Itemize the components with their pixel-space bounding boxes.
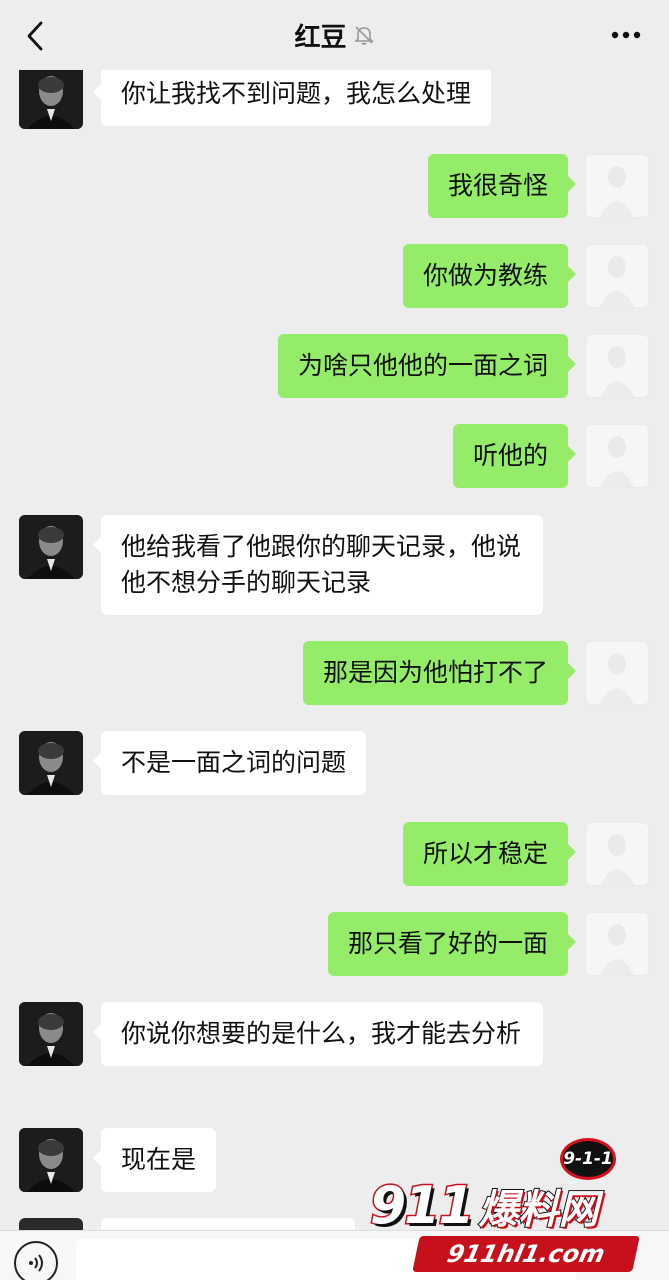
contact-avatar[interactable] — [19, 1002, 83, 1066]
watermark-number: 911 — [369, 1175, 477, 1238]
message-bubble-sent[interactable]: 所以才稳定 — [402, 822, 577, 886]
my-avatar[interactable] — [585, 641, 649, 705]
message-bubble-sent[interactable]: 我很奇怪 — [427, 154, 577, 218]
watermark-word: 爆料网 — [478, 1186, 600, 1234]
my-avatar[interactable] — [585, 822, 649, 886]
message-bubble-received[interactable]: 你让我找不到问题，我怎么处理 — [92, 62, 492, 126]
voice-icon — [29, 1254, 43, 1272]
contact-avatar[interactable] — [19, 1218, 83, 1230]
message-bubble-received[interactable]: 你说你想要的是什么，我才能去分析 — [93, 1002, 543, 1066]
my-avatar[interactable] — [585, 912, 649, 976]
message-bubble-sent[interactable]: 你做为教练 — [402, 244, 577, 308]
message-bubble-received[interactable] — [101, 1218, 355, 1230]
watermark-logo: 9-1-1 911 爆料网 911hl1.com — [360, 1138, 665, 1280]
back-button[interactable] — [20, 18, 50, 54]
contact-avatar[interactable] — [19, 731, 83, 795]
message-bubble-sent[interactable]: 那是因为他怕打不了 — [302, 641, 577, 705]
voice-button[interactable] — [14, 1241, 58, 1280]
watermark-badge: 9-1-1 — [560, 1138, 616, 1180]
my-avatar[interactable] — [585, 244, 649, 308]
contact-avatar[interactable] — [19, 1128, 83, 1192]
message-bubble-sent[interactable]: 那只看了好的一面 — [327, 912, 577, 976]
chat-header: 红豆 — [0, 0, 669, 70]
chat-title: 红豆 — [294, 22, 347, 53]
chat-area[interactable]: 你让我找不到问题，我怎么处理 我很奇怪 你做为教练 为啥只他他的一面之词 听他的… — [0, 0, 669, 1230]
watermark-main: 911 爆料网 — [369, 1175, 660, 1238]
my-avatar[interactable] — [585, 154, 649, 218]
chat-title-group[interactable]: 红豆 — [294, 17, 374, 54]
message-bubble-received[interactable]: 不是一面之词的问题 — [92, 731, 367, 795]
contact-avatar[interactable] — [19, 65, 83, 129]
more-dots-icon — [611, 31, 641, 39]
message-bubble-sent[interactable]: 为啥只他他的一面之词 — [277, 334, 577, 398]
contact-avatar[interactable] — [19, 515, 83, 579]
chevron-left-icon — [27, 21, 43, 51]
my-avatar[interactable] — [585, 334, 649, 398]
watermark-url: 911hl1.com — [412, 1236, 640, 1272]
message-bubble-received[interactable]: 现在是 — [92, 1128, 217, 1192]
my-avatar[interactable] — [585, 424, 649, 488]
more-button[interactable] — [609, 22, 643, 48]
bell-muted-icon — [353, 26, 374, 45]
message-bubble-received[interactable]: 他给我看了他跟你的聊天记录，他说他不想分手的聊天记录 — [93, 515, 543, 615]
message-bubble-sent[interactable]: 听他的 — [452, 424, 577, 488]
